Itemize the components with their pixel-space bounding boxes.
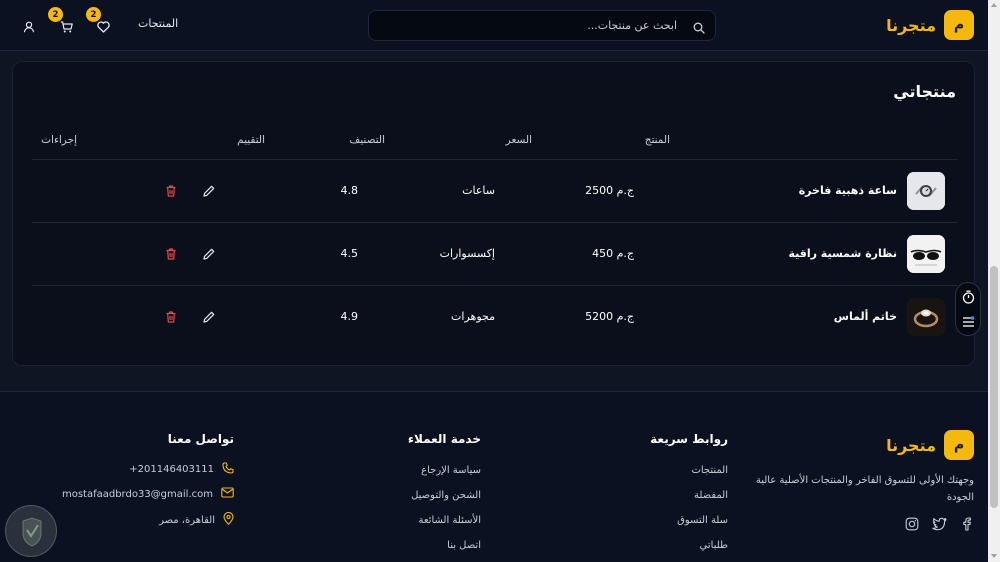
instagram-icon[interactable] <box>905 516 919 535</box>
footer-link-products[interactable]: المنتجات <box>691 465 728 476</box>
footer: م متجرنا وجهتك الأولى للتسوق الفاخر والم… <box>0 391 988 562</box>
footer-brand-logo[interactable]: م متجرنا <box>886 430 974 460</box>
product-category: ساعات <box>462 184 495 197</box>
column-header-rating: التقييم <box>237 134 265 146</box>
twitter-icon[interactable] <box>932 516 947 535</box>
contact-phone[interactable]: +201146403111 <box>129 462 234 477</box>
nav-products-link[interactable]: المنتجات <box>138 17 178 30</box>
edit-icon[interactable] <box>202 183 216 197</box>
column-header-actions: إجراءات <box>41 134 77 146</box>
footer-link-contact[interactable]: اتصل بنا <box>447 540 481 551</box>
column-header-product: المنتج <box>644 134 670 146</box>
address-text: القاهرة، مصر <box>159 514 215 526</box>
product-rating: 4.5 <box>340 247 359 260</box>
cart-count-badge: 2 <box>48 7 63 22</box>
phone-icon <box>222 462 234 477</box>
footer-link-orders[interactable]: طلباتي <box>700 540 728 551</box>
watermark-logo <box>5 505 57 557</box>
product-thumbnail <box>907 298 945 336</box>
search-input[interactable] <box>369 11 715 40</box>
product-thumbnail <box>907 172 945 210</box>
social-links <box>905 516 974 535</box>
footer-link-faq[interactable]: الأسئلة الشائعة <box>419 515 482 526</box>
scrollbar-thumb[interactable] <box>990 266 998 508</box>
page-title: منتجاتي <box>893 82 956 101</box>
header: م متجرنا المنتجات 2 2 <box>0 0 988 51</box>
product-thumbnail <box>907 235 945 273</box>
floating-tools <box>955 282 981 336</box>
table-row: خاتم ألماس 5200 ج.م مجوهرات 4.9 <box>32 285 957 348</box>
product-rating: 4.9 <box>340 310 359 323</box>
facebook-icon[interactable] <box>960 516 974 535</box>
settings-list-icon[interactable] <box>962 313 975 332</box>
product-category: مجوهرات <box>451 310 495 323</box>
product-name: ساعة ذهبية فاخرة <box>798 184 897 197</box>
footer-link-favorites[interactable]: المفضلة <box>694 490 728 501</box>
footer-link-shipping[interactable]: الشحن والتوصيل <box>411 490 481 501</box>
page: م متجرنا المنتجات 2 2 منتجاتي المنتج الس… <box>0 0 988 562</box>
brand-name: متجرنا <box>886 15 936 35</box>
scroll-down-arrow-icon[interactable] <box>991 554 997 558</box>
contact-address: القاهرة، مصر <box>159 511 234 528</box>
my-products-card: منتجاتي المنتج السعر التصنيف التقييم إجر… <box>12 61 975 366</box>
product-price: 450 ج.م <box>592 247 634 260</box>
footer-link-cart[interactable]: سلة التسوق <box>677 515 728 526</box>
mail-icon <box>221 487 234 501</box>
product-category: إكسسوارات <box>439 247 495 260</box>
product-rating: 4.8 <box>340 184 359 197</box>
contact-email[interactable]: mostafaadbrdo33@gmail.com <box>62 487 234 501</box>
quick-links-title: روابط سريعة <box>650 432 728 446</box>
search-icon[interactable] <box>693 19 705 38</box>
table-row: نظارة شمسية راقية 450 ج.م إكسسوارات 4.5 <box>32 222 957 285</box>
column-header-category: التصنيف <box>349 134 385 146</box>
edit-icon[interactable] <box>202 246 216 260</box>
product-price: 2500 ج.م <box>585 184 634 197</box>
product-name: خاتم ألماس <box>833 310 897 323</box>
table-row: ساعة ذهبية فاخرة 2500 ج.م ساعات 4.8 <box>32 159 957 222</box>
product-name: نظارة شمسية راقية <box>788 247 897 260</box>
heart-icon[interactable] <box>97 18 110 37</box>
trash-icon[interactable] <box>164 246 178 260</box>
brand-badge: م <box>944 10 974 40</box>
user-icon[interactable] <box>23 18 35 37</box>
trash-icon[interactable] <box>164 309 178 323</box>
wishlist-count-badge: 2 <box>86 7 101 22</box>
brand-logo[interactable]: م متجرنا <box>886 10 974 40</box>
footer-brand-name: متجرنا <box>886 435 936 455</box>
customer-service-title: خدمة العملاء <box>407 432 481 446</box>
footer-brand-badge: م <box>944 430 974 460</box>
search-box <box>368 10 716 41</box>
phone-number: +201146403111 <box>129 464 214 475</box>
scroll-up-arrow-icon[interactable] <box>991 3 997 7</box>
column-header-price: السعر <box>505 134 532 146</box>
contact-title: تواصل معنا <box>167 432 234 446</box>
trash-icon[interactable] <box>164 183 178 197</box>
footer-link-returns[interactable]: سياسة الإرجاع <box>421 465 481 476</box>
timer-icon[interactable] <box>962 289 975 308</box>
cart-icon[interactable] <box>60 18 73 37</box>
product-price: 5200 ج.م <box>585 310 634 323</box>
footer-description: وجهتك الأولى للتسوق الفاخر والمنتجات الأ… <box>755 475 974 503</box>
email-address: mostafaadbrdo33@gmail.com <box>61 488 213 500</box>
edit-icon[interactable] <box>202 309 216 323</box>
location-pin-icon <box>223 511 234 528</box>
